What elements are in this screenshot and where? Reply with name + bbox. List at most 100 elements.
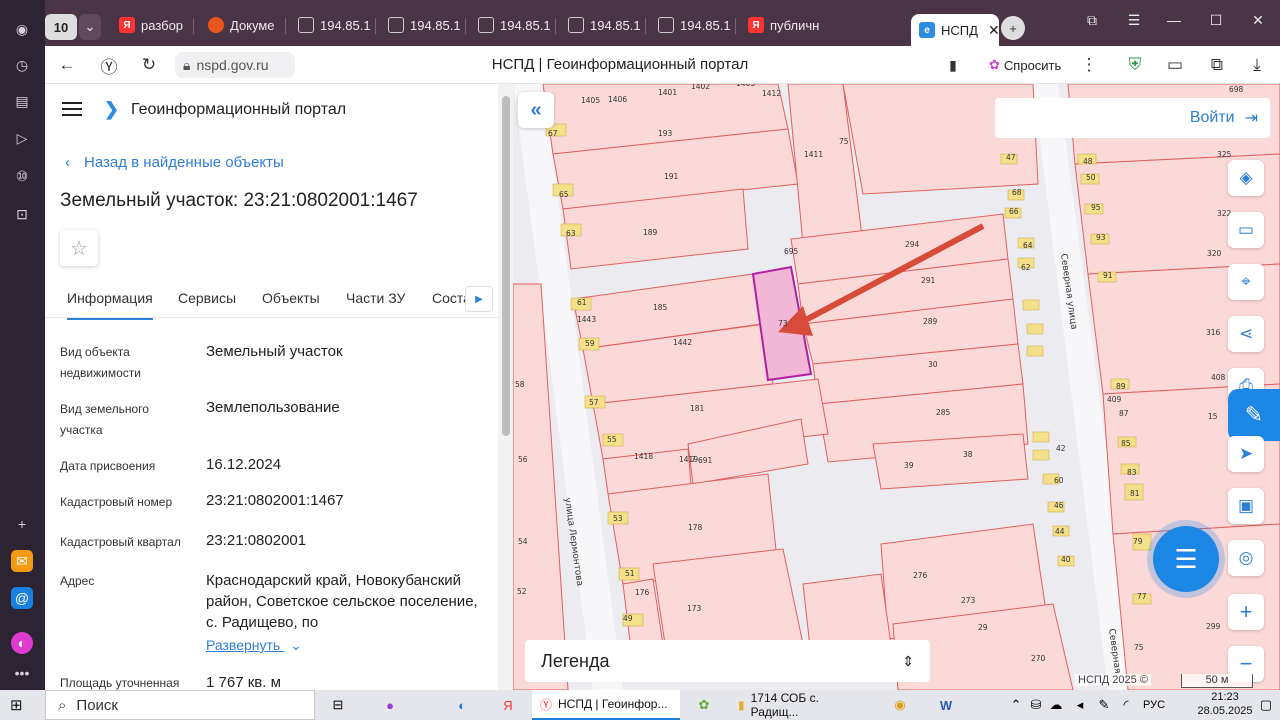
cadastral-map[interactable]: 1405140614011402140314126981931911897514… bbox=[513, 84, 1280, 690]
map-view[interactable]: 1405140614011402140314126981931911897514… bbox=[513, 84, 1280, 690]
tray-chevron-icon[interactable]: ⌃ bbox=[1006, 695, 1026, 715]
collapse-panel-button[interactable]: « bbox=[518, 92, 554, 128]
tab-item[interactable]: Яразбор bbox=[111, 10, 189, 40]
tab-information[interactable]: Информация bbox=[67, 290, 153, 320]
parcel-number-label: 44 bbox=[1055, 527, 1065, 536]
back-arrow-icon[interactable]: ← bbox=[55, 54, 79, 76]
edge-icon[interactable]: ◐ bbox=[452, 695, 472, 715]
alice-icon[interactable]: ◐ bbox=[11, 632, 33, 654]
windows-start-icon[interactable]: ⊞ bbox=[10, 696, 30, 714]
help-chat-icon[interactable]: ✎ bbox=[1228, 389, 1280, 441]
sort-icon: ⇕ bbox=[902, 652, 914, 669]
building bbox=[1032, 449, 1050, 461]
tab-active[interactable]: e НСПД ✕ bbox=[911, 14, 999, 46]
task-view-icon[interactable]: ⊟ bbox=[328, 695, 348, 715]
ask-button[interactable]: ✿ Спросить bbox=[981, 52, 1081, 78]
browser-logo-icon[interactable]: ◉ bbox=[11, 18, 33, 40]
more-icon[interactable]: ••• bbox=[11, 662, 33, 684]
bookmark-icon[interactable]: ▮ bbox=[941, 54, 965, 76]
collections-icon[interactable]: ▤ bbox=[11, 90, 33, 112]
screenshot-icon[interactable]: ⊡ bbox=[11, 203, 33, 225]
favorite-star-icon[interactable]: ☆ bbox=[60, 230, 98, 266]
pen-icon[interactable]: ✎ bbox=[1094, 695, 1114, 715]
tab-item[interactable]: 194.85.1 bbox=[380, 10, 460, 40]
maximize-button[interactable]: ☐ bbox=[1201, 8, 1231, 32]
more-vertical-icon[interactable]: ⋮ bbox=[1077, 54, 1101, 76]
tab-item[interactable]: 194.85.1 bbox=[290, 10, 370, 40]
tabs-dropdown-button[interactable]: ⌄ bbox=[79, 14, 101, 40]
building bbox=[1026, 345, 1044, 357]
tab-item[interactable]: Япубличн bbox=[740, 10, 820, 40]
reload-icon[interactable]: ↻ bbox=[137, 54, 161, 76]
network-icon[interactable]: ⛁ bbox=[1026, 695, 1046, 715]
chat-icon[interactable]: ☰ bbox=[1153, 526, 1219, 592]
shield-icon[interactable]: ⛨ bbox=[1123, 54, 1147, 76]
legend-dropdown[interactable]: Легенда ⇕ bbox=[525, 640, 930, 682]
bookmarks-icon[interactable]: ⧉ bbox=[1077, 8, 1107, 32]
cloud-icon[interactable]: ☁ bbox=[1046, 695, 1066, 715]
parcel-number-label: 91 bbox=[1103, 271, 1113, 280]
tab-label: Докуме bbox=[230, 17, 275, 33]
layers-icon[interactable]: ◈ bbox=[1228, 160, 1264, 196]
notifications-icon[interactable]: ▢ bbox=[1256, 695, 1276, 715]
parcel-number-label: 55 bbox=[607, 435, 617, 444]
tab-services[interactable]: Сервисы bbox=[178, 290, 236, 306]
tabs-count-icon[interactable]: ⑩ bbox=[11, 165, 33, 187]
back-link[interactable]: ‹ Назад в найденные объекты bbox=[65, 154, 284, 171]
close-icon[interactable]: ✕ bbox=[988, 22, 999, 39]
taskbar: ⊞ ⌕ Поиск ⊟ ● ◐ Я Ⓨ НСПД | Геоинфор... ✿ ▮… bbox=[0, 690, 1280, 720]
select-area-icon[interactable]: ⌖ bbox=[1228, 264, 1264, 300]
volume-icon[interactable]: ◂ bbox=[1070, 695, 1090, 715]
clock[interactable]: 21:23 28.05.2025 bbox=[1195, 690, 1255, 718]
locate-icon[interactable]: ◎ bbox=[1228, 540, 1264, 576]
add-panel-icon[interactable]: + bbox=[11, 513, 33, 535]
new-tab-button[interactable]: + bbox=[1001, 16, 1025, 40]
share-icon[interactable]: ⋖ bbox=[1228, 316, 1264, 352]
app-circle-icon[interactable]: ◉ bbox=[890, 695, 910, 715]
minimap-icon[interactable]: ▣ bbox=[1228, 488, 1264, 524]
app-flower-icon[interactable]: ✿ bbox=[694, 695, 714, 715]
parcel[interactable] bbox=[872, 433, 1029, 490]
at-mail-icon[interactable]: @ bbox=[11, 587, 33, 609]
yandex-home-icon[interactable]: Ⓨ bbox=[97, 54, 121, 77]
menu-icon[interactable]: ☰ bbox=[1119, 8, 1149, 32]
alice-taskbar-icon[interactable]: ● bbox=[380, 695, 400, 715]
hamburger-icon[interactable] bbox=[62, 102, 82, 118]
extensions-icon[interactable]: ⧉ bbox=[1205, 54, 1229, 76]
navigate-icon[interactable]: ➤ bbox=[1228, 436, 1264, 472]
legend-label: Легенда bbox=[541, 650, 610, 671]
tab-parts[interactable]: Части ЗУ bbox=[346, 290, 405, 306]
yandex-taskbar-icon[interactable]: Я bbox=[498, 695, 518, 715]
expand-link[interactable]: Развернуть ⌄ bbox=[206, 637, 302, 654]
ruler-icon[interactable]: ▭ bbox=[1228, 212, 1264, 248]
field-value: Краснодарский край, Новокубанский район,… bbox=[206, 572, 478, 631]
taskbar-search[interactable]: ⌕ Поиск bbox=[45, 690, 315, 720]
download-icon[interactable]: ⤓ bbox=[1245, 54, 1269, 76]
parcel-number-label: 1406 bbox=[608, 95, 627, 104]
word-icon[interactable]: W bbox=[936, 695, 956, 715]
language-indicator[interactable]: РУС bbox=[1140, 695, 1168, 715]
tab-item[interactable]: 194.85.1 bbox=[650, 10, 730, 40]
zoom-in-icon[interactable]: + bbox=[1228, 594, 1264, 630]
history-icon[interactable]: ◷ bbox=[11, 54, 33, 76]
wifi-icon[interactable]: ◜ bbox=[1116, 695, 1136, 715]
page-icon bbox=[658, 17, 674, 33]
tabs-next-icon[interactable]: ▶ bbox=[465, 286, 493, 312]
minimize-button[interactable]: — bbox=[1159, 8, 1189, 32]
taskbar-browser-item[interactable]: Ⓨ НСПД | Геоинфор... bbox=[532, 690, 680, 720]
tab-separator bbox=[645, 18, 646, 34]
taskbar-folder-item[interactable]: ▮ 1714 СОБ с. Радищ... bbox=[730, 690, 878, 720]
tab-objects[interactable]: Объекты bbox=[262, 290, 320, 306]
window-close-button[interactable]: ✕ bbox=[1243, 8, 1273, 32]
tab-item[interactable]: 194.85.1 bbox=[470, 10, 550, 40]
login-button[interactable]: Войти ⇥ bbox=[995, 98, 1270, 138]
tab-item[interactable]: Докуме bbox=[200, 10, 280, 40]
field-label: Адрес bbox=[60, 574, 95, 588]
media-icon[interactable]: ▷ bbox=[11, 127, 33, 149]
scrollbar-thumb[interactable] bbox=[502, 96, 510, 436]
mail-app-icon[interactable]: ✉ bbox=[11, 550, 33, 572]
tab-count-button[interactable]: 10 bbox=[45, 14, 77, 40]
battery-icon[interactable]: ▭ bbox=[1163, 54, 1187, 76]
tab-item[interactable]: 194.85.1 bbox=[560, 10, 640, 40]
url-field[interactable]: 🔒︎ nspd.gov.ru bbox=[175, 52, 295, 78]
